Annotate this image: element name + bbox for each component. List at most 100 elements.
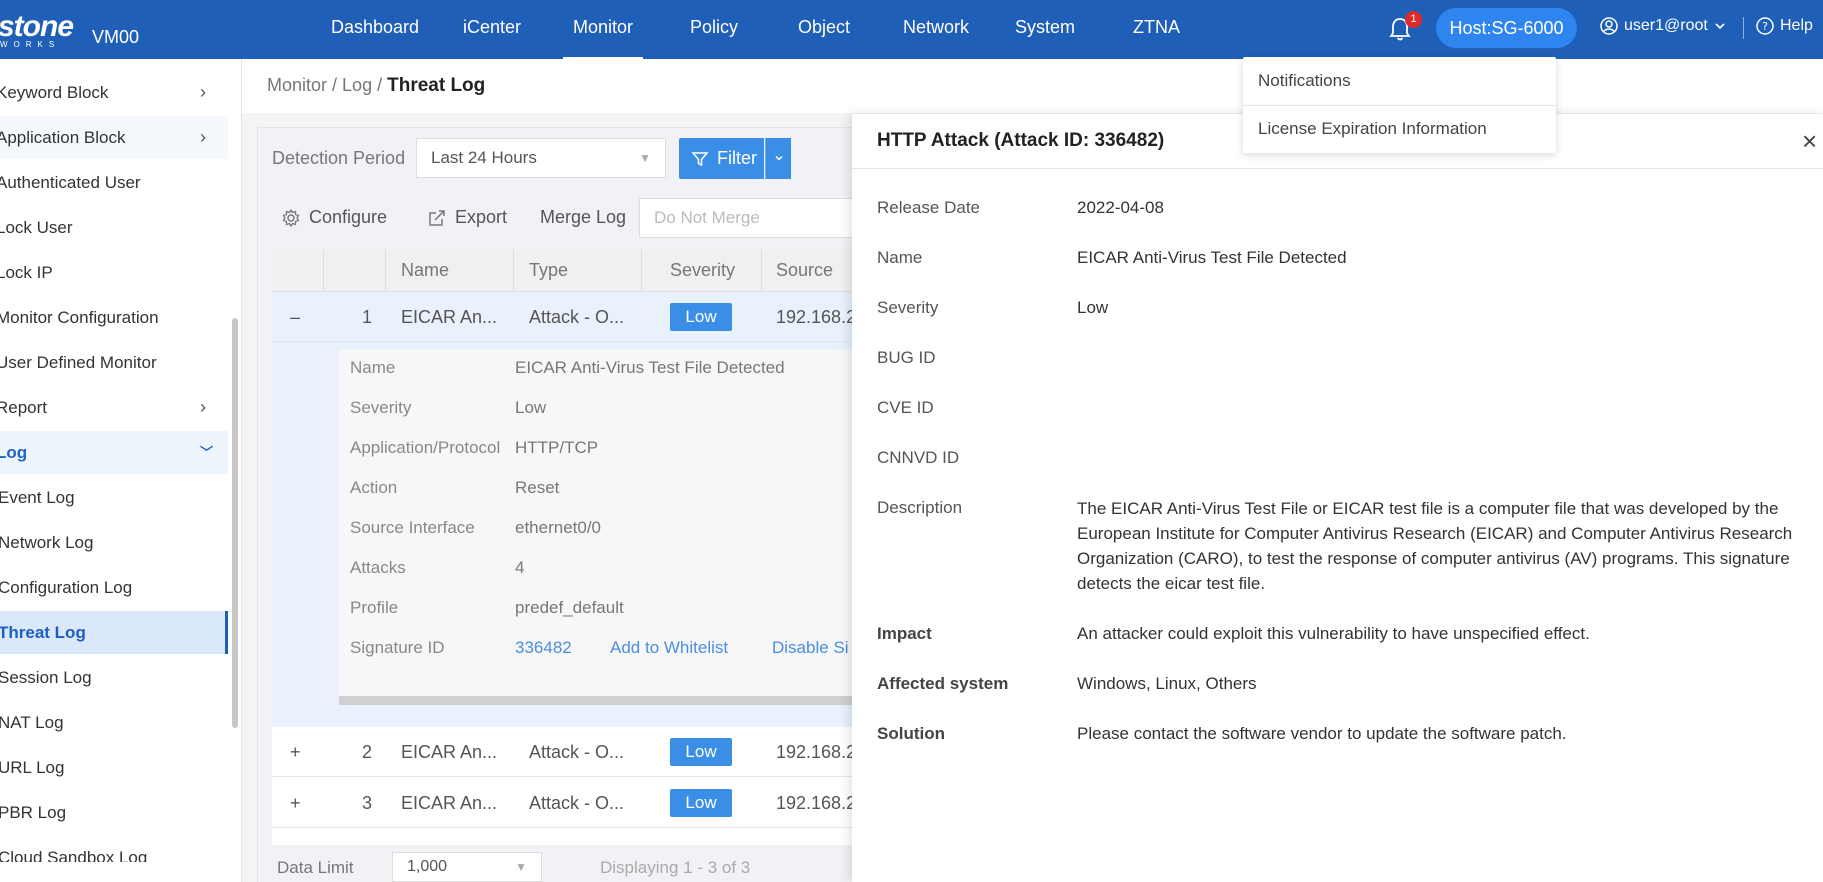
attack-detail-drawer: HTTP Attack (Attack ID: 336482) × Releas… [852,114,1823,882]
top-navbar: stone WORKS VM00 Dashboard iCenter Monit… [0,0,1823,59]
sidebar-item-configuration-log[interactable]: Configuration Log [0,566,228,609]
license-expiration-menu-item[interactable]: License Expiration Information [1258,119,1487,139]
table-row[interactable]: – 1 EICAR An... Attack - O... Low 192.16… [272,292,877,342]
host-button[interactable]: Host:SG-6000 [1436,8,1577,48]
sidebar-item-log[interactable]: Log ﹀ [0,431,228,474]
nav-object[interactable]: Object [798,17,850,38]
help-button[interactable]: ? Help [1756,17,1813,35]
row-type: Attack - O... [529,307,625,327]
brand-logo: stone [0,10,74,43]
sidebar-item-event-log[interactable]: Event Log [0,476,228,519]
caret-down-icon: ▼ [515,860,527,874]
table-row[interactable]: + 3 EICAR An... Attack - O... Low 192.16… [272,778,877,828]
drawer-field-value: An attacker could exploit this vulnerabi… [1077,624,1590,643]
sidebar-item-application-block[interactable]: Application Block › [0,116,228,159]
detail-key: Source Interface [350,518,475,537]
severity-badge: Low [670,738,732,766]
drawer-description: The EICAR Anti-Virus Test File or EICAR … [1077,499,1793,593]
nav-dashboard[interactable]: Dashboard [331,17,419,38]
sidebar-item-user-defined-monitor[interactable]: User Defined Monitor [0,341,228,384]
row-source: 192.168.2 [776,742,857,762]
divider [852,168,1823,169]
detail-value: 4 [515,558,525,577]
data-limit-select[interactable]: 1,000 ▼ [392,852,542,882]
merge-log-select[interactable]: Do Not Merge [639,198,859,238]
sidebar-item-cloud-sandbox-log[interactable]: Cloud Sandbox Log [0,836,228,862]
breadcrumb: Monitor / Log / Threat Log [267,75,486,96]
nav-network[interactable]: Network [903,17,969,38]
filter-button[interactable]: Filter [679,138,764,179]
drawer-field-label: Release Date [877,198,981,217]
add-to-whitelist-link[interactable]: Add to Whitelist [610,638,728,658]
drawer-field-value: 2022-04-08 [1077,198,1164,217]
drawer-field-label: BUG ID [877,348,936,367]
sidebar-item-report[interactable]: Report › [0,386,228,429]
sidebar-item-authenticated-user[interactable]: Authenticated User [0,161,228,204]
sidebar-item-lock-user[interactable]: Lock User [0,206,228,249]
drawer-field-label: CVE ID [877,398,934,417]
nav-system[interactable]: System [1015,17,1075,38]
drawer-field-label: Description [877,498,963,517]
breadcrumb-monitor[interactable]: Monitor [267,75,327,95]
detail-key: Attacks [350,558,406,577]
sidebar-item-url-log[interactable]: URL Log [0,746,228,789]
detection-period-select[interactable]: Last 24 Hours ▼ [416,138,666,178]
column-header-name[interactable]: Name [401,260,449,281]
signature-id-link[interactable]: 336482 [515,638,572,658]
row-number: 2 [362,742,373,762]
table-row[interactable]: + 2 EICAR An... Attack - O... Low 192.16… [272,727,877,777]
export-button[interactable]: Export [427,207,507,228]
sidebar-item-network-log[interactable]: Network Log [0,521,228,564]
sidebar-item-keyword-block[interactable]: Keyword Block › [0,71,228,114]
column-header-severity[interactable]: Severity [670,260,735,281]
row-number: 3 [362,793,373,813]
severity-badge: Low [670,303,732,331]
column-header-source[interactable]: Source [776,260,833,281]
pagination-info: Displaying 1 - 3 of 3 [600,858,751,877]
collapse-toggle[interactable]: – [290,307,300,328]
close-icon[interactable]: × [1802,126,1817,157]
nav-policy[interactable]: Policy [690,17,738,38]
drawer-field-label: Affected system [877,674,1009,693]
disable-signature-link[interactable]: Disable Si [772,638,849,658]
device-name: VM00 [92,27,140,47]
severity-badge: Low [670,789,732,817]
chevron-down-icon: ﹀ [200,445,214,460]
row-name: EICAR An... [401,742,498,762]
notifications-menu-item[interactable]: Notifications [1258,71,1351,91]
nav-monitor[interactable]: Monitor [562,17,644,59]
nav-icenter[interactable]: iCenter [463,17,521,38]
column-header-type[interactable]: Type [529,260,568,281]
detail-value: Low [515,398,547,417]
detection-period-label: Detection Period [272,148,406,168]
configure-button[interactable]: Configure [281,207,387,228]
sidebar-item-session-log[interactable]: Session Log [0,656,228,699]
sidebar-item-nat-log[interactable]: NAT Log [0,701,228,744]
detail-key: Name [350,358,396,377]
sidebar-scrollbar[interactable] [232,318,238,728]
chevron-right-icon: › [200,397,206,417]
nav-ztna[interactable]: ZTNA [1133,17,1180,38]
expand-toggle[interactable]: + [290,793,301,814]
row-detail-panel: Name EICAR Anti-Virus Test File Detected… [272,342,877,727]
expand-toggle[interactable]: + [290,742,301,763]
sidebar-item-monitor-configuration[interactable]: Monitor Configuration [0,296,228,339]
detail-value: predef_default [515,598,624,617]
breadcrumb-log[interactable]: Log [342,75,372,95]
drawer-field-label: Name [877,248,923,267]
drawer-field-value: Please contact the software vendor to up… [1077,724,1567,743]
user-name: user1@root [1624,17,1708,34]
horizontal-scrollbar[interactable] [339,696,877,705]
row-name: EICAR An... [401,307,498,327]
filter-dropdown-button[interactable] [765,138,791,179]
sidebar-item-lock-ip[interactable]: Lock IP [0,251,228,294]
sidebar-item-threat-log[interactable]: Threat Log [0,611,228,654]
drawer-title: HTTP Attack (Attack ID: 336482) [877,130,1165,151]
row-detail-box: Name EICAR Anti-Virus Test File Detected… [339,350,877,705]
drawer-field-value: Low [1077,298,1109,317]
user-menu[interactable]: user1@root [1600,17,1726,35]
detail-key: Action [350,478,398,497]
drawer-field-value: Windows, Linux, Others [1077,674,1257,693]
sidebar-item-pbr-log[interactable]: PBR Log [0,791,228,834]
brand-logo-sub: WORKS [0,40,61,49]
